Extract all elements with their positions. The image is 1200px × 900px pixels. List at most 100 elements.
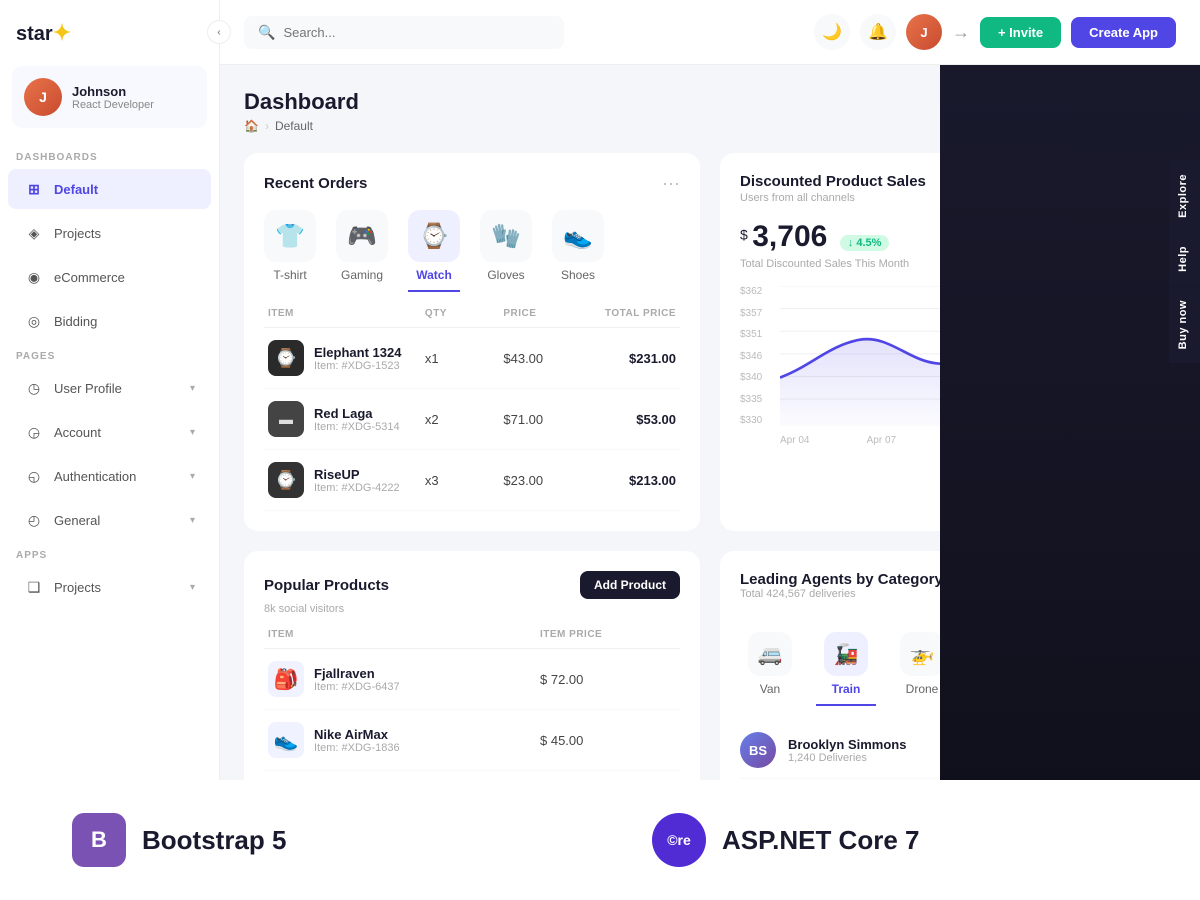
sidebar-item-label-bidding: Bidding [54, 314, 97, 329]
breadcrumb-home-icon[interactable]: 🏠 [244, 119, 259, 133]
sidebar-item-projects[interactable]: ◈ Projects [8, 213, 211, 253]
sidebar-item-label-ecommerce: eCommerce [54, 270, 125, 285]
account-icon: ◶ [24, 422, 44, 442]
sidebar-item-bidding[interactable]: ◎ Bidding [8, 301, 211, 341]
product-img-1: 🎒 [268, 661, 304, 697]
tab-shoes[interactable]: 👟 Shoes [552, 210, 604, 292]
list-item: 👟 Nike AirMax Item: #XDG-1836 $ 45.00 [264, 710, 680, 771]
order-price-3: $23.00 [503, 473, 581, 488]
sidebar-item-user-profile[interactable]: ◷ User Profile ▾ [8, 368, 211, 408]
search-icon: 🔍 [258, 24, 275, 41]
van-icon: 🚐 [748, 632, 792, 676]
buy-now-tab[interactable]: Buy now [1169, 286, 1200, 363]
y-label-7: $330 [740, 415, 762, 426]
sales-title: Discounted Product Sales [740, 173, 926, 190]
tab-gloves[interactable]: 🧤 Gloves [480, 210, 532, 292]
explore-tab[interactable]: Explore [1169, 160, 1200, 232]
product-name-2: Nike AirMax [314, 727, 400, 742]
order-total-3: $213.00 [582, 473, 676, 488]
order-name-3: RiseUP [314, 467, 400, 482]
help-tab[interactable]: Help [1169, 232, 1200, 286]
grid-icon: ⊞ [24, 179, 44, 199]
popular-products-title: Popular Products [264, 577, 389, 594]
sidebar-item-authentication[interactable]: ◵ Authentication ▾ [8, 456, 211, 496]
sidebar-item-label-user-profile: User Profile [54, 381, 122, 396]
user-name: Johnson [72, 84, 154, 99]
invite-button[interactable]: + Invite [980, 17, 1061, 48]
topbar-arrow-right[interactable]: → [952, 22, 970, 43]
col-item: ITEM [268, 308, 425, 319]
order-id-3: Item: #XDG-4222 [314, 482, 400, 494]
product-id-2: Item: #XDG-1836 [314, 742, 400, 754]
sales-subtitle: Users from all channels [740, 192, 926, 204]
sidebar-item-general[interactable]: ◴ General ▾ [8, 500, 211, 540]
sales-title-area: Discounted Product Sales Users from all … [740, 173, 926, 204]
sidebar: star✦ J Johnson React Developer DASHBOAR… [0, 0, 220, 900]
sidebar-item-label-projects-app: Projects [54, 580, 101, 595]
logo-text: star✦ [16, 20, 71, 46]
van-label: Van [760, 682, 780, 696]
order-img-2: ▬ [268, 401, 304, 437]
popular-products-title-area: Popular Products [264, 577, 389, 594]
sidebar-item-account[interactable]: ◶ Account ▾ [8, 412, 211, 452]
table-row: ▬ Red Laga Item: #XDG-5314 x2 $71.00 $53… [264, 389, 680, 450]
general-icon: ◴ [24, 510, 44, 530]
sidebar-collapse-button[interactable]: ‹ [207, 20, 231, 44]
sales-dollar: $ [740, 227, 748, 243]
chevron-down-icon: ▾ [190, 383, 195, 394]
order-name-2: Red Laga [314, 406, 400, 421]
promo-aspnet[interactable]: ©re ASP.NET Core 7 [620, 780, 1200, 900]
col-price: PRICE [503, 308, 581, 319]
order-name-1: Elephant 1324 [314, 345, 401, 360]
popular-products-table-header: ITEM ITEM PRICE [264, 629, 680, 649]
order-qty-2: x2 [425, 412, 503, 427]
page-title-area: Dashboard 🏠 › Default [244, 89, 359, 133]
chevron-down-icon-4: ▾ [190, 515, 195, 526]
authentication-icon: ◵ [24, 466, 44, 486]
gloves-icon: 🧤 [480, 210, 532, 262]
promo-bootstrap[interactable]: B Bootstrap 5 [40, 780, 620, 900]
tab-watch[interactable]: ⌚ Watch [408, 210, 460, 292]
train-icon: 🚂 [824, 632, 868, 676]
agent-tab-train[interactable]: 🚂 Train [816, 632, 876, 706]
order-qty-1: x1 [425, 351, 503, 366]
order-item: ⌚ Elephant 1324 Item: #XDG-1523 [268, 340, 425, 376]
sidebar-item-projects-app[interactable]: ❑ Projects ▾ [8, 567, 211, 607]
add-product-button[interactable]: Add Product [580, 571, 680, 599]
avatar: J [24, 78, 62, 116]
agent-avatar-1: BS [740, 732, 776, 768]
sidebar-item-default[interactable]: ⊞ Default [8, 169, 211, 209]
popular-products-header: Popular Products Add Product [264, 571, 680, 599]
order-qty-3: x3 [425, 473, 503, 488]
agent-tab-van[interactable]: 🚐 Van [740, 632, 800, 706]
bootstrap-name: Bootstrap 5 [142, 825, 286, 856]
chevron-down-icon-5: ▾ [190, 582, 195, 593]
sidebar-user[interactable]: J Johnson React Developer [12, 66, 207, 128]
tab-gaming[interactable]: 🎮 Gaming [336, 210, 388, 292]
topbar-avatar[interactable]: J [906, 14, 942, 50]
tab-tshirt[interactable]: 👕 T-shirt [264, 210, 316, 292]
sidebar-item-label-account: Account [54, 425, 101, 440]
x-label-1: Apr 04 [780, 435, 809, 446]
train-label: Train [832, 682, 861, 696]
notifications-button[interactable]: 🔔 [860, 14, 896, 50]
y-label-4: $346 [740, 351, 762, 362]
recent-orders-menu-icon[interactable]: ··· [662, 173, 680, 194]
tshirt-label: T-shirt [273, 268, 306, 282]
sidebar-item-label-general: General [54, 513, 100, 528]
user-info: Johnson React Developer [72, 84, 154, 111]
order-info-3: RiseUP Item: #XDG-4222 [314, 467, 400, 494]
order-item: ▬ Red Laga Item: #XDG-5314 [268, 401, 425, 437]
sidebar-item-label-projects: Projects [54, 226, 101, 241]
order-id-2: Item: #XDG-5314 [314, 421, 400, 433]
sidebar-item-ecommerce[interactable]: ◉ eCommerce [8, 257, 211, 297]
popular-products-subtitle: 8k social visitors [264, 603, 680, 615]
order-item: ⌚ RiseUP Item: #XDG-4222 [268, 462, 425, 498]
product-price-1: $ 72.00 [540, 672, 676, 687]
user-role: React Developer [72, 99, 154, 111]
create-app-button[interactable]: Create App [1071, 17, 1176, 48]
search-input[interactable] [283, 25, 550, 40]
product-info-1: Fjallraven Item: #XDG-6437 [314, 666, 400, 693]
search-box[interactable]: 🔍 [244, 16, 564, 49]
theme-toggle-button[interactable]: 🌙 [814, 14, 850, 50]
